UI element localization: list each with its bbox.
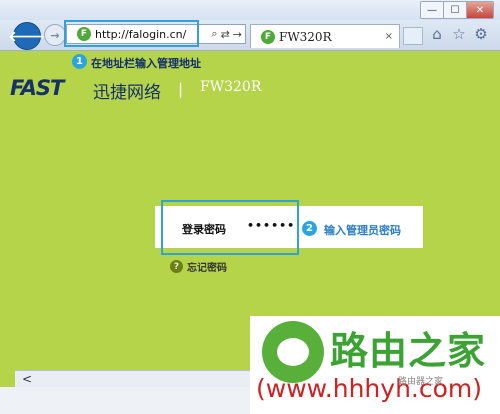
login-password-label: 登录密码 xyxy=(182,223,226,236)
watermark-small-text: 路由器之家 xyxy=(398,377,444,387)
step1-badge: 1 xyxy=(72,54,87,69)
tab-fw320r[interactable]: F FW320R × xyxy=(250,24,400,48)
watermark-url: (www.hhhyh.com) xyxy=(256,374,483,403)
model-name: FW320R xyxy=(200,79,262,95)
new-tab-button[interactable] xyxy=(403,27,423,45)
help-question-icon: ? xyxy=(170,260,183,273)
maximize-button[interactable]: ☐ xyxy=(444,2,467,18)
window-controls: — ☐ ✕ xyxy=(420,1,494,19)
watermark-text: 路由之家 xyxy=(330,329,487,373)
tab-favicon-icon: F xyxy=(261,29,275,44)
scroll-left-arrow-icon[interactable]: < xyxy=(22,372,32,386)
watermark-logo-inner xyxy=(277,338,309,366)
minimize-button[interactable]: — xyxy=(421,2,444,18)
forward-button[interactable]: → xyxy=(44,24,66,46)
header-separator: | xyxy=(178,80,184,98)
step1-caption: 在地址栏输入管理地址 xyxy=(91,57,201,70)
fast-logo: FAST xyxy=(10,76,64,100)
home-icon[interactable]: ⌂ xyxy=(428,25,446,43)
brand-name: 迅捷网络 xyxy=(93,83,161,103)
forgot-password-link[interactable]: ? 忘记密码 xyxy=(170,259,227,274)
step2-caption: 输入管理员密码 xyxy=(324,224,401,237)
address-highlight-box xyxy=(64,20,199,47)
tab-title: FW320R xyxy=(279,29,332,44)
go-icon[interactable]: → xyxy=(233,28,242,41)
step2-badge: 2 xyxy=(302,221,317,236)
password-field[interactable]: •••••• xyxy=(247,219,295,232)
tab-close-icon[interactable]: × xyxy=(385,31,393,42)
favorites-star-icon[interactable]: ☆ xyxy=(450,25,468,43)
forgot-password-label: 忘记密码 xyxy=(187,263,227,274)
close-button[interactable]: ✕ xyxy=(467,2,493,18)
settings-gear-icon[interactable]: ⚙ xyxy=(472,25,490,43)
search-icon[interactable]: ⌕ xyxy=(211,27,217,41)
refresh-icon[interactable]: ⇄ xyxy=(221,28,230,41)
back-button[interactable]: 🡐 xyxy=(8,22,46,50)
